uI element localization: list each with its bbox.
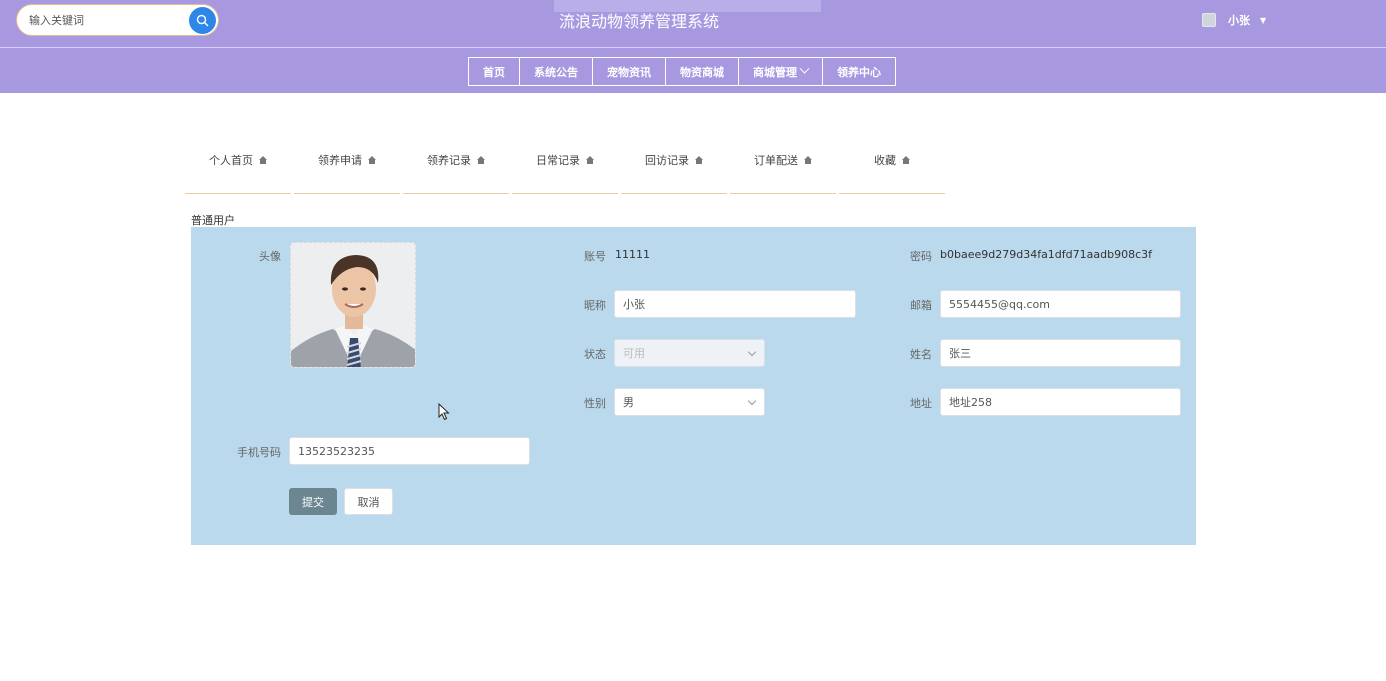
gender-label: 性别 xyxy=(584,397,606,410)
nav-adoption-center[interactable]: 领养中心 xyxy=(822,57,896,86)
gender-select-value: 男 xyxy=(623,396,634,409)
chevron-down-icon xyxy=(799,63,810,74)
tab-profile-home[interactable]: 个人首页 xyxy=(185,143,291,194)
tab-label: 订单配送 xyxy=(754,154,798,167)
tab-order-delivery[interactable]: 订单配送 xyxy=(730,143,836,194)
nav-announcements[interactable]: 系统公告 xyxy=(519,57,593,86)
tab-label: 回访记录 xyxy=(645,154,689,167)
address-input[interactable]: 地址258 xyxy=(940,388,1181,416)
cancel-button[interactable]: 取消 xyxy=(344,488,393,515)
nav-supply-store[interactable]: 物资商城 xyxy=(665,57,739,86)
tab-adoption-records[interactable]: 领养记录 xyxy=(403,143,509,194)
password-label: 密码 xyxy=(910,250,932,263)
profile-tabs: 个人首页 领养申请 领养记录 日常记录 回访记录 订单配送 收藏 xyxy=(185,143,948,194)
home-icon xyxy=(695,156,703,164)
home-icon xyxy=(804,156,812,164)
email-label: 邮箱 xyxy=(910,299,932,312)
profile-form: 头像 账号 11111 密码 b0baee9d279d34fa1dfd71aad… xyxy=(191,227,1196,545)
tab-label: 日常记录 xyxy=(536,154,580,167)
tab-daily-records[interactable]: 日常记录 xyxy=(512,143,618,194)
avatar-label: 头像 xyxy=(259,250,281,263)
nav-store-management[interactable]: 商城管理 xyxy=(738,57,823,86)
account-value: 11111 xyxy=(615,248,650,261)
tab-label: 收藏 xyxy=(874,154,896,167)
nickname-input[interactable]: 小张 xyxy=(614,290,856,318)
avatar-photo xyxy=(291,243,415,367)
email-input[interactable]: 5554455@qq.com xyxy=(940,290,1181,318)
status-select-value: 可用 xyxy=(623,347,645,360)
nav-store-management-label: 商城管理 xyxy=(753,65,797,79)
home-icon xyxy=(368,156,376,164)
main-nav: 首页 系统公告 宠物资讯 物资商城 商城管理 领养中心 xyxy=(468,57,896,86)
status-select: 可用 xyxy=(614,339,765,367)
chevron-down-icon xyxy=(747,347,757,357)
chevron-down-icon xyxy=(747,396,757,406)
tab-label: 领养记录 xyxy=(427,154,471,167)
submit-button[interactable]: 提交 xyxy=(289,488,337,515)
user-role-title: 普通用户 xyxy=(191,214,235,227)
phone-input[interactable]: 13523523235 xyxy=(289,437,530,465)
home-icon xyxy=(586,156,594,164)
account-label: 账号 xyxy=(584,250,606,263)
top-header: 流浪动物领养管理系统 小张 ▼ xyxy=(0,0,1386,47)
mouse-cursor-icon xyxy=(438,403,450,421)
user-name: 小张 xyxy=(1228,14,1250,27)
tab-label: 领养申请 xyxy=(318,154,362,167)
gender-select[interactable]: 男 xyxy=(614,388,765,416)
nav-pet-news[interactable]: 宠物资讯 xyxy=(592,57,666,86)
avatar-upload[interactable] xyxy=(290,242,416,368)
tab-favorites[interactable]: 收藏 xyxy=(839,143,945,194)
name-label: 姓名 xyxy=(910,348,932,361)
caret-down-icon: ▼ xyxy=(1260,15,1267,25)
phone-label: 手机号码 xyxy=(237,446,281,459)
home-icon xyxy=(477,156,485,164)
name-input[interactable]: 张三 xyxy=(940,339,1181,367)
status-label: 状态 xyxy=(584,348,606,361)
tab-label: 个人首页 xyxy=(209,154,253,167)
tab-adoption-applications[interactable]: 领养申请 xyxy=(294,143,400,194)
home-icon xyxy=(902,156,910,164)
nickname-label: 昵称 xyxy=(584,299,606,312)
address-label: 地址 xyxy=(910,397,932,410)
nav-home[interactable]: 首页 xyxy=(468,57,520,86)
home-icon xyxy=(259,156,267,164)
password-value: b0baee9d279d34fa1dfd71aadb908c3f xyxy=(940,248,1153,261)
main-nav-bar: 首页 系统公告 宠物资讯 物资商城 商城管理 领养中心 xyxy=(0,47,1386,93)
tab-follow-up-records[interactable]: 回访记录 xyxy=(621,143,727,194)
user-avatar xyxy=(1202,13,1216,27)
app-title: 流浪动物领养管理系统 xyxy=(558,12,719,31)
user-menu[interactable]: 小张 ▼ xyxy=(1202,11,1266,29)
